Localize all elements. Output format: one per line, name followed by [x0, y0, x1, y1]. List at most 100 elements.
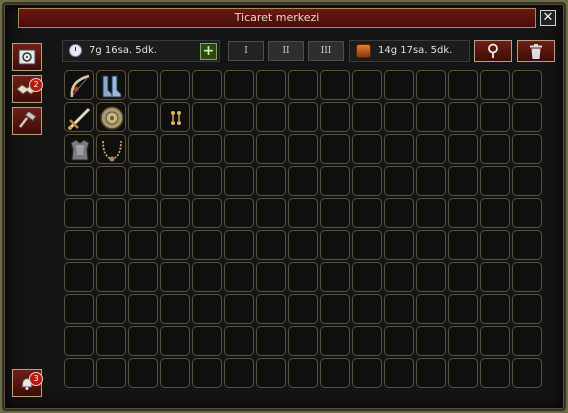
inventory-slot[interactable] [352, 70, 382, 100]
inventory-slot[interactable] [512, 166, 542, 196]
inventory-slot[interactable] [128, 326, 158, 356]
inventory-slot[interactable] [96, 134, 126, 164]
inventory-slot[interactable] [224, 294, 254, 324]
inventory-slot[interactable] [448, 262, 478, 292]
inventory-slot[interactable] [384, 198, 414, 228]
storage-button[interactable] [12, 43, 42, 71]
inventory-slot[interactable] [64, 230, 94, 260]
bow-icon[interactable] [67, 73, 93, 99]
inventory-slot[interactable] [160, 134, 190, 164]
inventory-slot[interactable] [128, 358, 158, 388]
inventory-slot[interactable] [256, 230, 286, 260]
inventory-slot[interactable] [480, 70, 510, 100]
inventory-slot[interactable] [480, 166, 510, 196]
inventory-slot[interactable] [384, 102, 414, 132]
extend-time-button[interactable]: + [200, 43, 217, 60]
inventory-slot[interactable] [320, 166, 350, 196]
inventory-slot[interactable] [320, 102, 350, 132]
tab-page-1[interactable]: I [228, 41, 264, 61]
inventory-slot[interactable] [320, 134, 350, 164]
inventory-slot[interactable] [224, 326, 254, 356]
auction-button[interactable] [12, 107, 42, 135]
inventory-slot[interactable] [288, 134, 318, 164]
inventory-slot[interactable] [512, 198, 542, 228]
shield-icon[interactable] [99, 105, 125, 131]
inventory-slot[interactable] [64, 70, 94, 100]
notifications-button[interactable]: 3 [12, 369, 43, 397]
inventory-slot[interactable] [96, 166, 126, 196]
inventory-slot[interactable] [128, 230, 158, 260]
inventory-slot[interactable] [160, 102, 190, 132]
inventory-slot[interactable] [480, 230, 510, 260]
inventory-slot[interactable] [320, 230, 350, 260]
inventory-slot[interactable] [160, 198, 190, 228]
inventory-slot[interactable] [288, 70, 318, 100]
inventory-slot[interactable] [288, 326, 318, 356]
inventory-slot[interactable] [288, 294, 318, 324]
inventory-slot[interactable] [96, 294, 126, 324]
inventory-slot[interactable] [288, 166, 318, 196]
location-button[interactable] [474, 40, 512, 62]
inventory-slot[interactable] [64, 262, 94, 292]
inventory-slot[interactable] [512, 230, 542, 260]
inventory-slot[interactable] [192, 134, 222, 164]
inventory-slot[interactable] [192, 166, 222, 196]
inventory-slot[interactable] [160, 294, 190, 324]
inventory-slot[interactable] [256, 326, 286, 356]
tab-page-3[interactable]: III [308, 41, 344, 61]
inventory-slot[interactable] [224, 70, 254, 100]
inventory-slot[interactable] [352, 294, 382, 324]
inventory-slot[interactable] [64, 134, 94, 164]
sword-icon[interactable] [67, 105, 93, 131]
inventory-slot[interactable] [480, 102, 510, 132]
inventory-slot[interactable] [352, 102, 382, 132]
inventory-slot[interactable] [160, 326, 190, 356]
inventory-slot[interactable] [512, 134, 542, 164]
inventory-slot[interactable] [320, 358, 350, 388]
inventory-slot[interactable] [384, 134, 414, 164]
inventory-slot[interactable] [128, 262, 158, 292]
inventory-slot[interactable] [64, 294, 94, 324]
inventory-slot[interactable] [96, 358, 126, 388]
necklace-icon[interactable] [99, 137, 125, 163]
inventory-slot[interactable] [384, 358, 414, 388]
inventory-slot[interactable] [64, 102, 94, 132]
inventory-slot[interactable] [160, 166, 190, 196]
inventory-slot[interactable] [224, 230, 254, 260]
inventory-slot[interactable] [96, 230, 126, 260]
inventory-slot[interactable] [512, 102, 542, 132]
inventory-slot[interactable] [288, 358, 318, 388]
inventory-slot[interactable] [256, 198, 286, 228]
inventory-slot[interactable] [64, 326, 94, 356]
close-button[interactable]: ✕ [540, 10, 556, 26]
inventory-slot[interactable] [480, 262, 510, 292]
inventory-slot[interactable] [512, 294, 542, 324]
inventory-slot[interactable] [256, 294, 286, 324]
inventory-slot[interactable] [128, 294, 158, 324]
inventory-slot[interactable] [480, 326, 510, 356]
inventory-slot[interactable] [448, 198, 478, 228]
inventory-slot[interactable] [256, 358, 286, 388]
inventory-slot[interactable] [192, 358, 222, 388]
inventory-slot[interactable] [288, 102, 318, 132]
inventory-slot[interactable] [288, 198, 318, 228]
inventory-slot[interactable] [160, 262, 190, 292]
boots-icon[interactable] [99, 73, 125, 99]
inventory-slot[interactable] [256, 262, 286, 292]
inventory-slot[interactable] [64, 166, 94, 196]
inventory-slot[interactable] [512, 262, 542, 292]
inventory-slot[interactable] [128, 102, 158, 132]
inventory-slot[interactable] [416, 166, 446, 196]
inventory-slot[interactable] [128, 166, 158, 196]
inventory-slot[interactable] [160, 358, 190, 388]
inventory-slot[interactable] [96, 198, 126, 228]
inventory-slot[interactable] [416, 326, 446, 356]
inventory-slot[interactable] [256, 102, 286, 132]
inventory-slot[interactable] [416, 102, 446, 132]
inventory-slot[interactable] [64, 198, 94, 228]
inventory-slot[interactable] [64, 358, 94, 388]
inventory-slot[interactable] [224, 134, 254, 164]
inventory-slot[interactable] [128, 134, 158, 164]
inventory-slot[interactable] [352, 198, 382, 228]
inventory-slot[interactable] [352, 134, 382, 164]
